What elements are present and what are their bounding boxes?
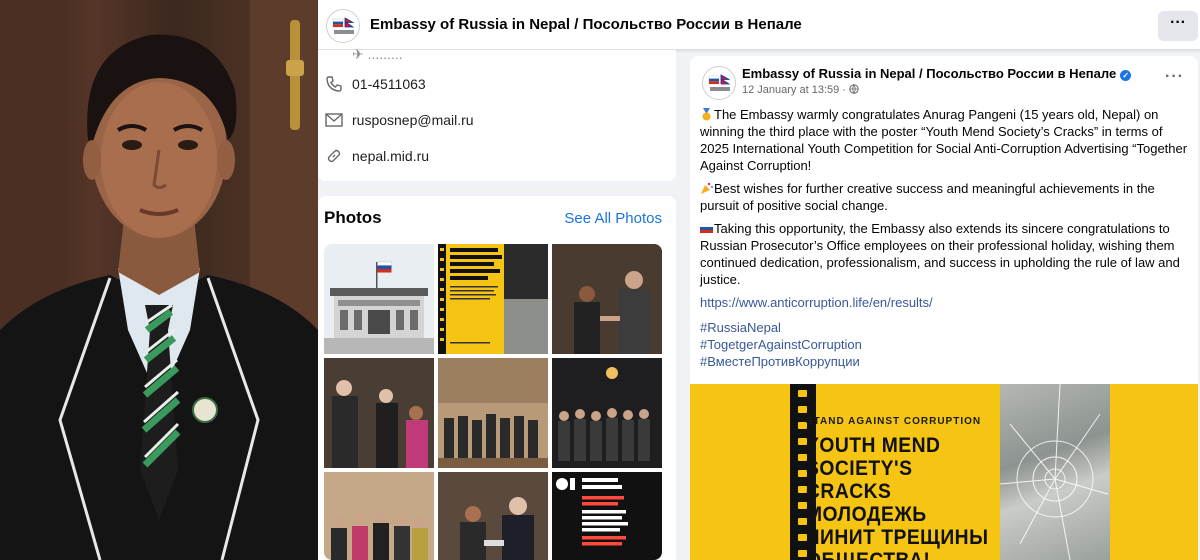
- post-author-label[interactable]: Embassy of Russia in Nepal / Посольство …: [742, 66, 1116, 81]
- post-timestamp[interactable]: 12 January at 13:59 ·: [742, 84, 859, 96]
- photo-tile-group-photo-evening[interactable]: [552, 358, 662, 468]
- phone-icon: [324, 74, 344, 94]
- page-title[interactable]: Embassy of Russia in Nepal / Посольство …: [370, 16, 802, 33]
- emblem-icon: [708, 74, 731, 91]
- photo-tile-hall-gathering[interactable]: [438, 358, 548, 468]
- photo-grid: [324, 244, 662, 560]
- photo-tile-reception-guests[interactable]: [324, 358, 434, 468]
- verified-badge-icon: ✓: [1120, 70, 1132, 81]
- photos-card: Photos See All Photos: [318, 196, 676, 560]
- more-options-button[interactable]: ···: [1158, 11, 1198, 41]
- photo-tile-group-photo-indoor[interactable]: [324, 472, 434, 560]
- hashtag[interactable]: #ВместеПротивКоррупции: [700, 353, 1190, 370]
- post-paragraph-1-text: The Embassy warmly congratulates Anurag …: [700, 107, 1188, 173]
- party-popper-icon: [701, 182, 713, 194]
- photo-tile-youth-mend-poster[interactable]: [438, 244, 548, 354]
- post-author-avatar[interactable]: [702, 66, 736, 100]
- cracked-glass-image: [999, 384, 1110, 560]
- photo-tile-handshake-event[interactable]: [552, 244, 662, 354]
- post-paragraph-1: The Embassy warmly congratulates Anurag …: [700, 106, 1190, 174]
- photo-tile-ceremony-award[interactable]: [438, 472, 548, 560]
- poster-headline: YOUTH MEND SOCIETY'S CRACKS МОЛОДЕЖЬ ЧИН…: [806, 434, 989, 560]
- website-link[interactable]: nepal.mid.ru: [352, 148, 429, 164]
- russia-flag-icon: [700, 223, 713, 233]
- medal-icon: [702, 108, 711, 121]
- results-link[interactable]: https://www.anticorruption.life/en/resul…: [700, 294, 1190, 311]
- poster-subtitle: STAND AGAINST CORRUPTION: [806, 416, 982, 427]
- post-date-label[interactable]: 12 January at 13:59 ·: [742, 84, 846, 96]
- photos-title: Photos: [324, 208, 382, 227]
- post-more-options-button[interactable]: ···: [1165, 68, 1184, 86]
- page-header: Embassy of Russia in Nepal / Посольство …: [318, 0, 1200, 50]
- hashtag-list: #RussiaNepal #TogetgerAgainstCorruption …: [700, 319, 1190, 370]
- phone-number[interactable]: 01-4511063: [352, 76, 426, 92]
- post-paragraph-3-text: Taking this opportunity, the Embassy als…: [700, 221, 1180, 287]
- post-author-name[interactable]: Embassy of Russia in Nepal / Посольство …: [742, 66, 1132, 81]
- email-address[interactable]: rusposnep@mail.ru: [352, 112, 474, 128]
- link-icon: [324, 146, 344, 166]
- portrait-photo: [0, 0, 318, 560]
- intro-phone-row: 01-4511063: [324, 73, 426, 95]
- intro-website-row: nepal.mid.ru: [324, 145, 429, 167]
- intro-email-row: rusposnep@mail.ru: [324, 109, 474, 131]
- post-image-poster[interactable]: STAND AGAINST CORRUPTION YOUTH MEND SOCI…: [690, 384, 1198, 560]
- embassy-logo[interactable]: [326, 9, 360, 43]
- see-all-photos-link[interactable]: See All Photos: [564, 210, 662, 227]
- emblem-icon: [332, 17, 355, 34]
- photo-tile-open-dialogue-poster[interactable]: [552, 472, 662, 560]
- post-paragraph-2: Best wishes for further creative success…: [700, 180, 1190, 214]
- photo-tile-embassy-building[interactable]: [324, 244, 434, 354]
- hashtag[interactable]: #RussiaNepal: [700, 319, 1190, 336]
- post-link-block: https://www.anticorruption.life/en/resul…: [700, 294, 1190, 311]
- post-card: Embassy of Russia in Nepal / Посольство …: [690, 56, 1198, 560]
- intro-card: ✈ ......... 01-4511063 rusposnep@mail.ru…: [318, 46, 676, 181]
- portrait-illustration: [0, 0, 318, 560]
- intro-cut-text: ✈ .........: [352, 46, 403, 62]
- hashtag[interactable]: #TogetgerAgainstCorruption: [700, 336, 1190, 353]
- post-paragraph-2-text: Best wishes for further creative success…: [700, 181, 1155, 213]
- mail-icon: [324, 110, 344, 130]
- post-paragraph-3: Taking this opportunity, the Embassy als…: [700, 220, 1190, 288]
- post-body: The Embassy warmly congratulates Anurag …: [700, 106, 1190, 370]
- globe-icon: [849, 84, 859, 94]
